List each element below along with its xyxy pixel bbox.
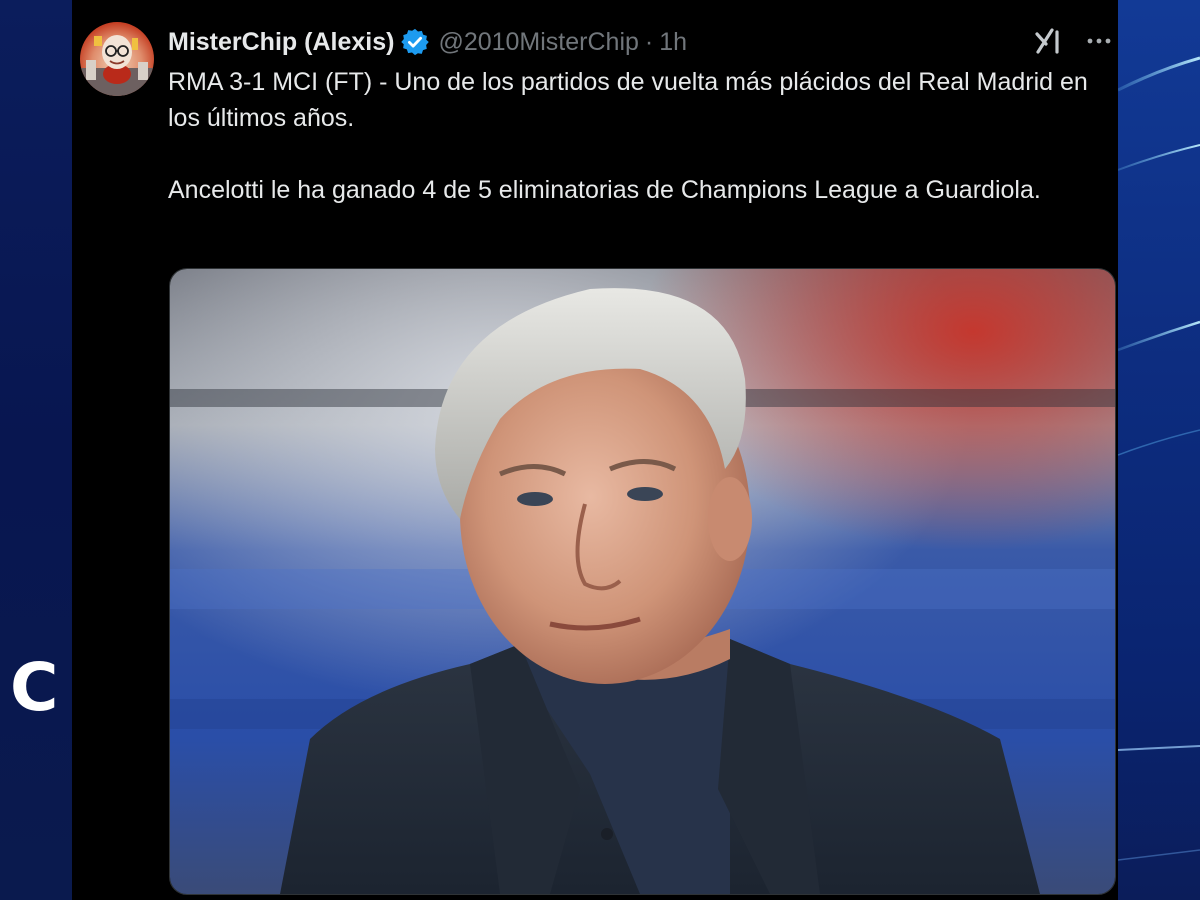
header-separator: ·	[644, 27, 654, 56]
author-handle[interactable]: @2010MisterChip	[438, 28, 638, 57]
more-options-icon[interactable]	[1082, 24, 1116, 58]
tweet-timestamp[interactable]: 1h	[659, 28, 687, 57]
tweet-text: RMA 3-1 MCI (FT) - Uno de los partidos d…	[168, 64, 1098, 208]
background-light-streaks	[1118, 56, 1200, 861]
verified-badge-icon	[401, 28, 430, 56]
author-display-name[interactable]: MisterChip (Alexis)	[168, 28, 394, 57]
tweet-paragraph: RMA 3-1 MCI (FT) - Uno de los partidos d…	[168, 68, 1088, 132]
author-avatar[interactable]	[80, 22, 154, 96]
photo-of-man-in-suit	[170, 269, 1115, 894]
caricature-avatar-icon	[80, 35, 154, 96]
background-right-panel	[1118, 0, 1200, 900]
tweet-card[interactable]: MisterChip (Alexis) @2010MisterChip · 1h…	[72, 0, 1118, 900]
background-letter: C	[10, 649, 59, 726]
grok-icon[interactable]	[1032, 24, 1066, 58]
tweet-paragraph: Ancelotti le ha ganado 4 de 5 eliminator…	[168, 176, 1041, 204]
tweet-header: MisterChip (Alexis) @2010MisterChip · 1h	[168, 24, 687, 60]
tweet-media-photo[interactable]	[169, 268, 1116, 895]
background-left-panel: C	[0, 0, 72, 900]
